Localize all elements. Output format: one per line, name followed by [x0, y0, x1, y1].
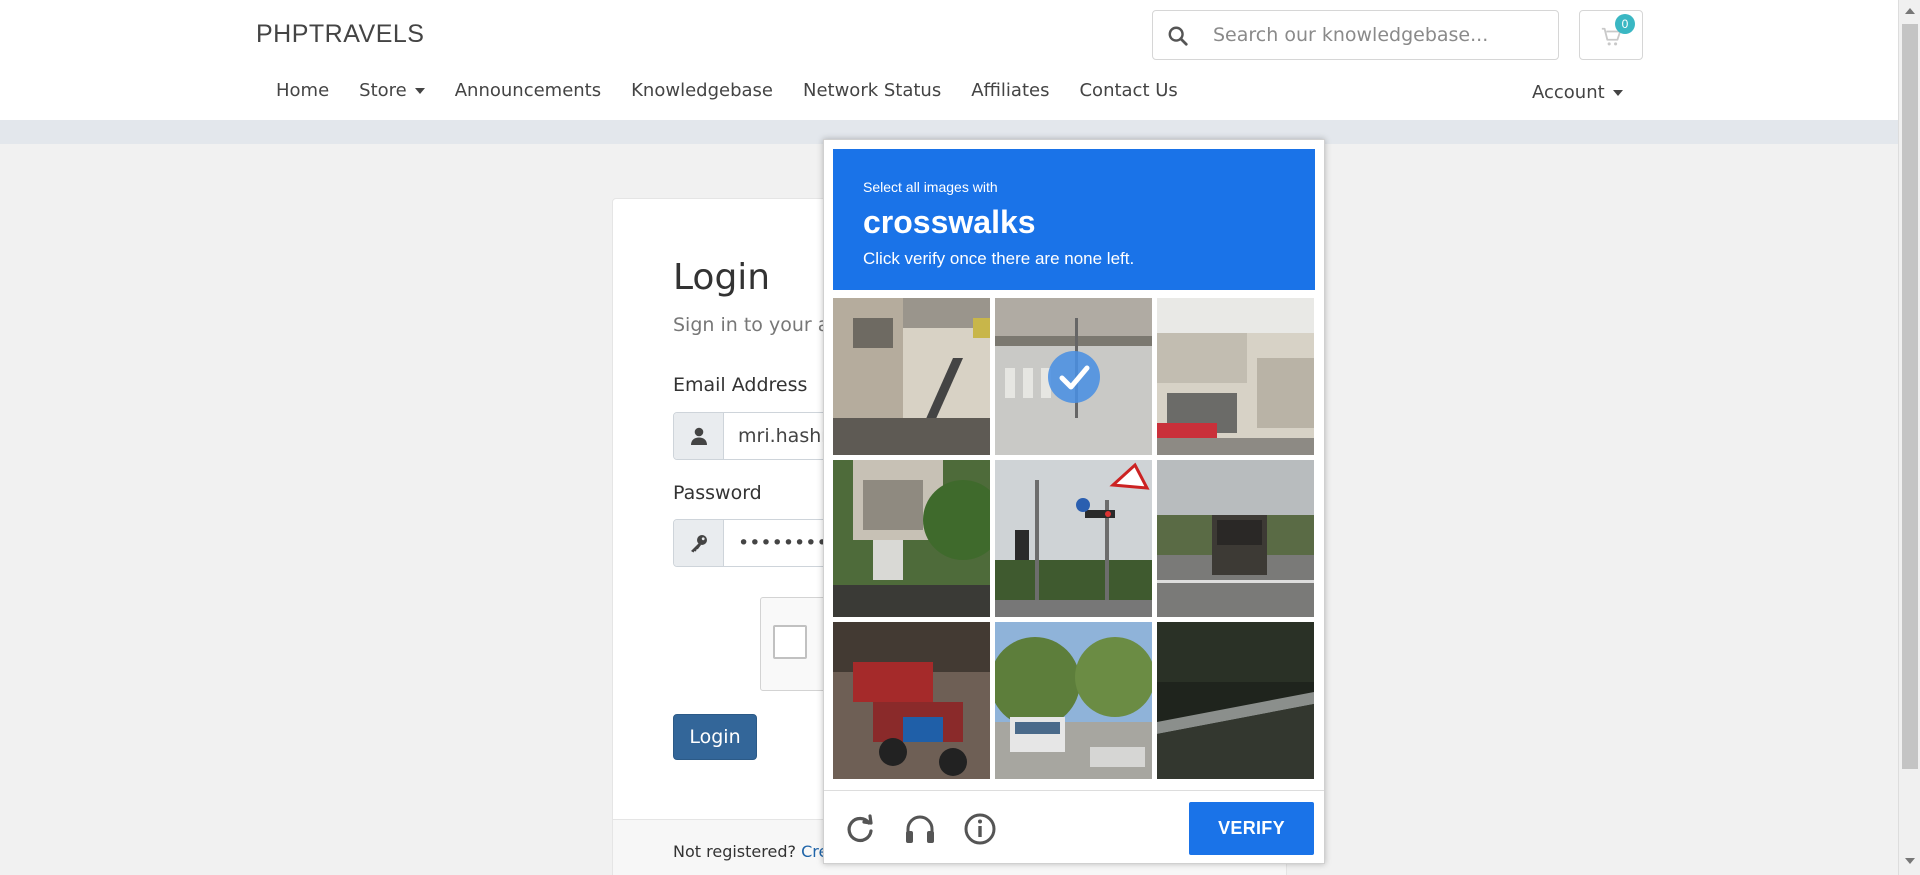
- search-box[interactable]: [1152, 10, 1559, 60]
- nav-knowledgebase[interactable]: Knowledgebase: [631, 80, 773, 110]
- nav-contact-us[interactable]: Contact Us: [1079, 80, 1177, 110]
- recaptcha-checkbox[interactable]: [773, 625, 807, 659]
- nav-home[interactable]: Home: [256, 80, 329, 110]
- cart-count-badge: 0: [1615, 14, 1635, 34]
- cart-button[interactable]: 0: [1579, 10, 1643, 60]
- account-menu[interactable]: Account: [1532, 82, 1623, 103]
- page-title: Login: [673, 257, 771, 298]
- page-scrollbar[interactable]: [1898, 0, 1920, 875]
- challenge-header: Select all images with crosswalks Click …: [833, 149, 1315, 290]
- email-label: Email Address: [673, 374, 808, 396]
- password-addon: [674, 520, 724, 566]
- chevron-down-icon: [414, 88, 425, 94]
- challenge-footer: VERIFY: [824, 790, 1324, 864]
- brand-logo[interactable]: PHPTRAVELS: [256, 20, 424, 49]
- tile-motorcycles[interactable]: [833, 622, 990, 779]
- tile-dark-guardrail[interactable]: [1157, 622, 1314, 779]
- challenge-target: crosswalks: [863, 204, 1036, 240]
- tile-intersection-crosswalk[interactable]: [995, 298, 1152, 455]
- info-icon[interactable]: [962, 811, 998, 847]
- recaptcha-challenge: Select all images with crosswalks Click …: [823, 139, 1325, 864]
- tile-truck-road[interactable]: [1157, 460, 1314, 617]
- challenge-instruction: Select all images with: [863, 179, 998, 195]
- nav-store[interactable]: Store: [359, 80, 425, 110]
- account-label: Account: [1532, 82, 1605, 103]
- key-icon: [691, 535, 707, 553]
- tile-building-stairs[interactable]: [833, 298, 990, 455]
- register-text: Not registered?: [673, 842, 796, 861]
- tile-garden-wall[interactable]: [833, 460, 990, 617]
- login-button[interactable]: Login: [673, 714, 757, 760]
- register-prompt: Not registered? Crea: [673, 842, 838, 861]
- nav-network-status[interactable]: Network Status: [803, 80, 941, 110]
- search-input[interactable]: [1213, 19, 1543, 51]
- verify-button[interactable]: VERIFY: [1189, 802, 1314, 855]
- user-icon: [691, 427, 707, 445]
- email-addon: [674, 413, 724, 459]
- scroll-down-icon[interactable]: [1905, 858, 1915, 864]
- nav-store-label: Store: [359, 80, 407, 101]
- site-header: PHPTRAVELS 0 Home Store Announcements Kn…: [0, 0, 1898, 120]
- email-value: mri.hashn: [738, 425, 834, 447]
- chevron-down-icon: [1612, 90, 1623, 96]
- page-subtitle: Sign in to your a: [673, 314, 830, 336]
- challenge-image-grid: [833, 298, 1315, 780]
- tile-street-shops[interactable]: [1157, 298, 1314, 455]
- scroll-up-icon[interactable]: [1905, 8, 1915, 14]
- reload-icon[interactable]: [842, 811, 878, 847]
- nav-announcements[interactable]: Announcements: [455, 80, 601, 110]
- scrollbar-thumb[interactable]: [1902, 24, 1918, 769]
- password-label: Password: [673, 482, 762, 504]
- tile-traffic-lights[interactable]: [995, 460, 1152, 617]
- challenge-hint: Click verify once there are none left.: [863, 249, 1135, 268]
- search-icon: [1168, 26, 1188, 46]
- main-nav: Home Store Announcements Knowledgebase N…: [256, 80, 1208, 110]
- tile-bus-trees[interactable]: [995, 622, 1152, 779]
- nav-affiliates[interactable]: Affiliates: [971, 80, 1049, 110]
- audio-icon[interactable]: [902, 811, 938, 847]
- selected-check: [1048, 351, 1100, 403]
